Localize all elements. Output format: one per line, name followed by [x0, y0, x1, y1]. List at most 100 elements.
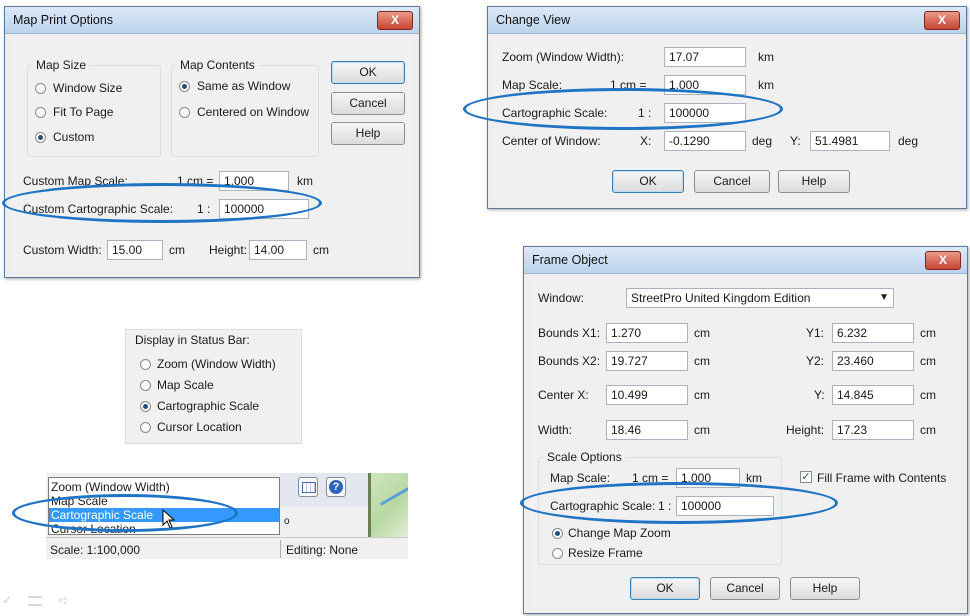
same-as-window-radio[interactable] — [179, 81, 190, 92]
help-button[interactable]: Help — [790, 577, 860, 600]
y-label: Y: — [790, 134, 801, 148]
center-y-field[interactable]: 51.4981 — [810, 131, 890, 151]
scale-options-group-title: Scale Options — [544, 450, 625, 464]
y1-field[interactable]: 6.232 — [832, 323, 914, 343]
cartographic-scale-field[interactable]: 100000 — [676, 496, 774, 516]
map-scale-field[interactable]: 1.000 — [664, 75, 746, 95]
bounds-x2-field[interactable]: 19.727 — [606, 351, 688, 371]
dialog-title: Change View — [496, 13, 571, 27]
map-scale-field[interactable]: 1.000 — [676, 468, 740, 488]
bounds-x2-label: Bounds X2: — [538, 354, 601, 368]
chevron-down-icon: ▼ — [879, 292, 889, 303]
map-scale-field[interactable]: 1.000 — [219, 171, 289, 191]
map-scale-km-unit: km — [746, 471, 762, 485]
list-item[interactable]: Map Scale — [51, 494, 108, 508]
centered-on-window-radio[interactable] — [179, 107, 190, 118]
x-label: X: — [640, 134, 652, 148]
change-map-zoom-radio[interactable] — [552, 528, 563, 539]
ok-button[interactable]: OK — [331, 61, 405, 84]
ok-button[interactable]: OK — [630, 577, 700, 600]
window-size-label: Window Size — [53, 81, 123, 95]
center-x-field[interactable]: -0.1290 — [664, 131, 746, 151]
cartographic-scale-field[interactable]: 100000 — [219, 199, 309, 219]
map-scale-label: Map Scale — [157, 378, 214, 392]
width-cm-unit: cm — [169, 243, 185, 257]
center-x-field[interactable]: 10.499 — [606, 385, 688, 405]
custom-radio[interactable] — [35, 132, 46, 143]
map-scale-radio[interactable] — [140, 380, 151, 391]
km-unit: km — [297, 174, 313, 188]
zoom-field[interactable]: 17.07 — [664, 47, 746, 67]
y1-cm-unit: cm — [920, 326, 936, 340]
y2-field[interactable]: 23.460 — [832, 351, 914, 371]
center-x-label: Center X: — [538, 388, 589, 402]
map-scale-label: Map Scale: — [502, 78, 563, 92]
y-deg-unit: deg — [898, 134, 919, 148]
width-field[interactable]: 18.46 — [606, 420, 688, 440]
cancel-button[interactable]: Cancel — [331, 92, 405, 115]
scale-status-text: Scale: 1:100,000 — [50, 543, 141, 557]
resize-frame-radio[interactable] — [552, 548, 563, 559]
list-item[interactable]: Cursor Location — [51, 522, 136, 534]
close-button[interactable]: X — [377, 11, 413, 30]
status-bar-crop: ? o Zoom (Window Width) Map Scale Cartog… — [46, 473, 408, 559]
map-print-options-dialog: Map Print Options X Map Size Window Size… — [4, 6, 420, 278]
list-item[interactable]: Zoom (Window Width) — [51, 480, 170, 494]
grid-icon[interactable] — [298, 477, 318, 497]
status-display-panel: Display in Status Bar: Zoom (Window Widt… — [125, 329, 302, 444]
map-size-group-title: Map Size — [33, 58, 90, 72]
zoom-window-width-label: Zoom (Window Width) — [157, 357, 276, 371]
y2-cm-unit: cm — [920, 354, 936, 368]
map-contents-group-title: Map Contents — [177, 58, 258, 72]
cartographic-scale-radio[interactable] — [140, 401, 151, 412]
fill-frame-checkbox[interactable]: ✓ — [800, 471, 812, 483]
cartographic-scale-field[interactable]: 100000 — [664, 103, 746, 123]
window-label: Window: — [538, 291, 585, 305]
fill-frame-label: Fill Frame with Contents — [817, 471, 947, 485]
bounds-x1-label: Bounds X1: — [538, 326, 601, 340]
fit-to-page-radio[interactable] — [35, 107, 46, 118]
map-scale-label: Map Scale: — [550, 471, 611, 485]
dialog-title: Map Print Options — [13, 13, 114, 27]
editing-status-text: Editing: None — [286, 543, 359, 557]
help-icon[interactable]: ? — [326, 477, 346, 497]
same-as-window-label: Same as Window — [197, 79, 291, 93]
custom-label: Custom — [53, 130, 95, 144]
custom-width-label: Custom Width: — [23, 243, 102, 257]
height-field[interactable]: 17.23 — [832, 420, 914, 440]
center-y-field[interactable]: 14.845 — [832, 385, 914, 405]
window-size-radio[interactable] — [35, 83, 46, 94]
map-scale-km-unit: km — [758, 78, 774, 92]
dialog-body: Zoom (Window Width): 17.07 km Map Scale:… — [494, 37, 960, 202]
window-select[interactable]: StreetPro United Kingdom Edition ▼ — [626, 288, 894, 308]
faint-check-icon: ✓ — [2, 593, 13, 607]
zoom-window-width-radio[interactable] — [140, 359, 151, 370]
help-button[interactable]: Help — [331, 122, 405, 145]
cancel-button[interactable]: Cancel — [710, 577, 780, 600]
dialog-body: Map Size Window Size Fit To Page Custom … — [11, 37, 413, 271]
center-of-window-label: Center of Window: — [502, 134, 601, 148]
status-divider — [280, 540, 281, 558]
status-bar: Scale: 1:100,000 Editing: None — [46, 537, 408, 559]
zoom-label: Zoom (Window Width): — [502, 50, 625, 64]
bx1-cm-unit: cm — [694, 326, 710, 340]
cartographic-scale-label: Cartographic Scale — [157, 399, 260, 413]
title-bar: Frame Object X — [524, 247, 967, 274]
cursor-location-label: Cursor Location — [157, 420, 242, 434]
frame-object-dialog: Frame Object X Window: StreetPro United … — [523, 246, 968, 614]
faint-list-icon — [28, 596, 42, 606]
help-button[interactable]: Help — [778, 170, 850, 193]
cx-cm-unit: cm — [694, 388, 710, 402]
cancel-button[interactable]: Cancel — [694, 170, 770, 193]
close-button[interactable]: X — [924, 11, 960, 30]
custom-width-field[interactable]: 15.00 — [107, 240, 163, 260]
cartographic-scale-label: Cartographic Scale: — [550, 499, 656, 513]
cm-equals-label: 1 cm = — [632, 471, 669, 485]
cursor-location-radio[interactable] — [140, 422, 151, 433]
title-bar: Map Print Options X — [5, 7, 419, 34]
status-panel-title: Display in Status Bar: — [135, 333, 250, 347]
bounds-x1-field[interactable]: 1.270 — [606, 323, 688, 343]
height-field[interactable]: 14.00 — [249, 240, 307, 260]
ok-button[interactable]: OK — [612, 170, 684, 193]
close-button[interactable]: X — [925, 251, 961, 270]
